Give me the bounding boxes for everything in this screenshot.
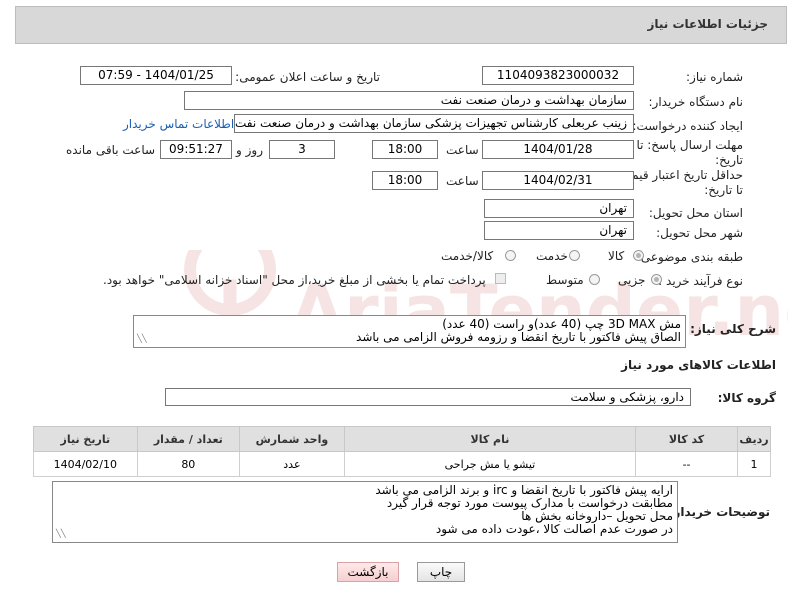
buyer-contact-link[interactable]: اطلاعات تماس خریدار — [123, 117, 234, 131]
back-button[interactable]: بازگشت — [337, 562, 399, 582]
resize-grip-icon[interactable]: ╲╲ — [56, 527, 66, 540]
page-header: جزئیات اطلاعات نیاز — [15, 6, 787, 44]
print-button[interactable]: چاپ — [417, 562, 465, 582]
table-row: 1 -- تیشو یا مش جراحی عدد 80 1404/02/10 — [33, 451, 771, 477]
general-desc-line-2: الصاق پیش فاکتور با تاریخ انقضا و رزومه … — [356, 330, 681, 344]
remaining-time-label: ساعت باقی مانده — [66, 143, 156, 157]
price-validity-time-label: ساعت — [446, 174, 479, 188]
buyer-org-field: سازمان بهداشت و درمان صنعت نفت — [184, 91, 634, 110]
resize-grip-icon[interactable]: ╲╲ — [137, 332, 147, 345]
treasury-payment-checkbox[interactable] — [495, 273, 506, 284]
cell-qty: 80 — [136, 451, 241, 477]
category-goods-radio[interactable] — [633, 250, 644, 261]
general-desc-textarea[interactable]: مش 3D MAX چپ (40 عدد)و راست (40 عدد) الص… — [133, 315, 686, 348]
goods-group-label: گروه کالا: — [717, 391, 776, 405]
goods-group-field: دارو، پزشکی و سلامت — [165, 388, 691, 406]
announce-label: تاریخ و ساعت اعلان عمومی: — [235, 70, 380, 84]
reply-deadline-label-2: تاریخ: — [715, 153, 743, 167]
items-table-header: ردیف کد کالا نام کالا واحد شمارش تعداد /… — [33, 426, 771, 452]
price-validity-time-field: 18:00 — [372, 171, 438, 190]
delivery-province-label: استان محل تحویل: — [648, 206, 743, 220]
reply-time-field: 18:00 — [372, 140, 438, 159]
cell-unit: عدد — [239, 451, 345, 477]
treasury-payment-note: پرداخت تمام یا بخشی از مبلغ خرید،از محل … — [103, 273, 486, 287]
reply-days-field: 3 — [269, 140, 335, 159]
cell-row: 1 — [737, 451, 771, 477]
requester-label: ایجاد کننده درخواست: — [632, 119, 743, 133]
goods-info-title: اطلاعات کالاهای مورد نیاز — [621, 358, 776, 372]
reply-deadline-label: مهلت ارسال پاسخ: تا — [636, 138, 743, 152]
buyer-notes-textarea[interactable]: ارایه پیش فاکتور با تاریخ انقضا و irc و … — [52, 481, 678, 543]
reply-days-label: روز و — [236, 143, 263, 157]
items-table: ردیف کد کالا نام کالا واحد شمارش تعداد /… — [33, 426, 771, 477]
delivery-city-label: شهر محل تحویل: — [656, 226, 743, 240]
buyer-notes-label: توضیحات خریدار: — [668, 505, 770, 519]
remaining-time-field: 09:51:27 — [160, 140, 232, 159]
process-minor-radio[interactable] — [651, 274, 662, 285]
category-goods-label: کالا — [608, 249, 625, 263]
price-validity-date-field: 1404/02/31 — [482, 171, 634, 190]
cell-name: تیشو یا مش جراحی — [343, 451, 637, 477]
process-type-label: نوع فرآیند خرید : — [658, 274, 743, 288]
price-validity-label-2: تا تاریخ: — [704, 183, 743, 197]
buyer-note-line-4: در صورت عدم اصالت کالا ،عودت داده می شود — [435, 522, 673, 536]
col-row: ردیف — [737, 426, 771, 452]
category-both-label: کالا/خدمت — [441, 249, 494, 263]
reply-date-field: 1404/01/28 — [482, 140, 634, 159]
cell-date: 1404/02/10 — [33, 451, 138, 477]
need-number-field: 1104093823000032 — [482, 66, 634, 85]
category-both-radio[interactable] — [505, 250, 516, 261]
buyer-org-label: نام دستگاه خریدار: — [648, 95, 744, 109]
col-name: نام کالا — [343, 426, 637, 452]
general-desc-label: شرح کلی نیاز: — [690, 322, 776, 336]
process-medium-radio[interactable] — [589, 274, 600, 285]
col-date: تاریخ نیاز — [33, 426, 138, 452]
page-title: جزئیات اطلاعات نیاز — [647, 17, 768, 31]
reply-time-label: ساعت — [446, 143, 479, 157]
category-service-label: خدمت — [536, 249, 568, 263]
category-service-radio[interactable] — [569, 250, 580, 261]
col-code: کد کالا — [635, 426, 739, 452]
announce-field: 1404/01/25 - 07:59 — [80, 66, 232, 85]
requester-field: زینب عربعلی کارشناس تجهیزات پزشکی سازمان… — [234, 114, 634, 133]
col-qty: تعداد / مقدار — [136, 426, 241, 452]
category-label: طبقه بندی موضوعی: — [636, 250, 743, 264]
col-unit: واحد شمارش — [239, 426, 345, 452]
cell-code: -- — [635, 451, 739, 477]
process-medium-label: متوسط — [546, 273, 584, 287]
price-validity-label: حداقل تاریخ اعتبار قیمت: — [616, 168, 743, 182]
need-number-label: شماره نیاز: — [686, 70, 743, 84]
delivery-city-field: تهران — [484, 221, 634, 240]
delivery-province-field: تهران — [484, 199, 634, 218]
process-minor-label: جزیی — [618, 273, 646, 287]
